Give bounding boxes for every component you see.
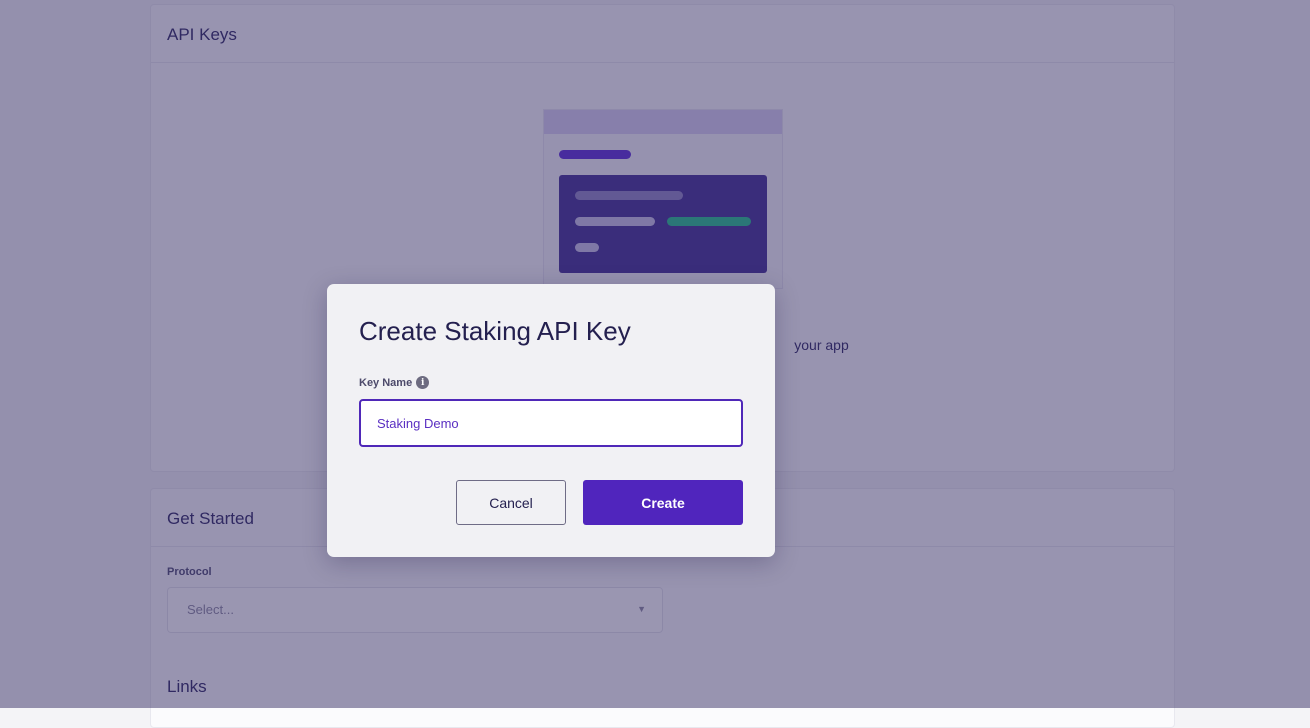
info-icon[interactable]: i	[416, 376, 430, 389]
key-name-label: Key Name	[359, 376, 413, 389]
create-api-key-modal: Create Staking API Key Key Name i Cancel…	[327, 284, 775, 557]
modal-title: Create Staking API Key	[359, 316, 631, 346]
key-name-label-row: Key Name i	[359, 376, 743, 389]
key-name-input[interactable]	[359, 399, 743, 447]
modal-actions: Cancel Create	[456, 480, 743, 525]
cancel-button[interactable]: Cancel	[456, 480, 566, 525]
create-button[interactable]: Create	[583, 480, 743, 525]
